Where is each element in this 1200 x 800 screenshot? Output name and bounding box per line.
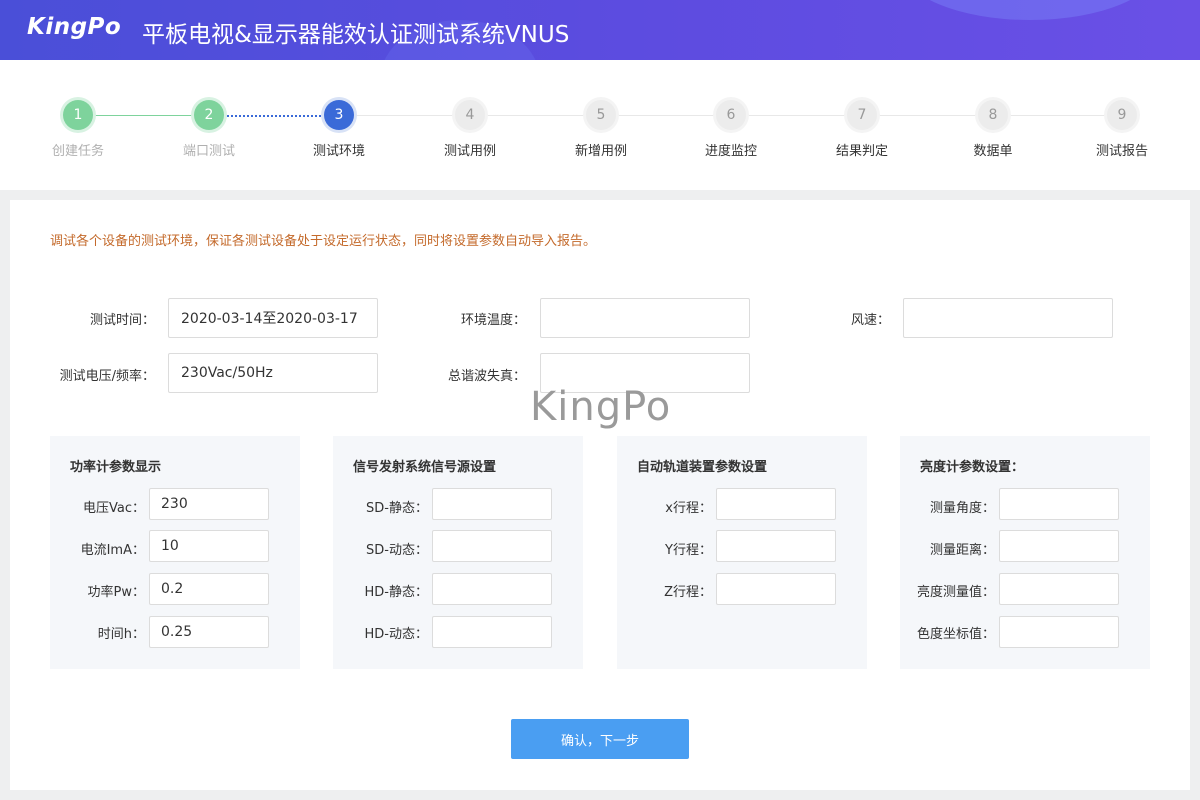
step-number: 3 [324, 100, 354, 130]
y-travel-input[interactable] [716, 530, 836, 562]
instruction-notice: 调试各个设备的测试环境，保证各测试设备处于设定运行状态，同时将设置参数自动导入报… [50, 234, 597, 249]
app-header: KingPo 平板电视&显示器能效认证测试系统VNUS [0, 0, 1200, 60]
wind-speed-label: 风速： [850, 313, 890, 328]
voltage-frequency-input[interactable] [168, 353, 378, 393]
step-create-task[interactable]: 1 创建任务 [23, 100, 133, 170]
step-number: 9 [1107, 100, 1137, 130]
app-title: 平板电视&显示器能效认证测试系统VNUS [142, 22, 570, 48]
step-label: 新增用例 [574, 144, 627, 159]
step-number: 6 [716, 100, 746, 130]
step-number: 8 [978, 100, 1008, 130]
measure-angle-label: 测量角度： [929, 501, 995, 516]
hd-static-input[interactable] [432, 573, 552, 605]
voltage-input[interactable] [149, 488, 269, 520]
step-label: 进度监控 [704, 144, 757, 159]
hd-dynamic-input[interactable] [432, 616, 552, 648]
step-label: 数据单 [973, 144, 1013, 159]
z-travel-input[interactable] [716, 573, 836, 605]
sd-static-label: SD-静态： [366, 501, 428, 516]
voltage-frequency-label: 测试电压/频率： [59, 369, 155, 384]
thd-label: 总谐波失真： [447, 369, 526, 384]
current-input[interactable] [149, 530, 269, 562]
step-label: 测试报告 [1095, 144, 1148, 159]
step-port-test[interactable]: 2 端口测试 [154, 100, 264, 170]
panel-title: 信号发射系统信号源设置 [353, 460, 497, 475]
z-travel-label: Z行程： [664, 585, 712, 600]
current-label: 电流ImA： [80, 543, 145, 558]
chromaticity-input[interactable] [999, 616, 1119, 648]
step-test-report[interactable]: 9 测试报告 [1067, 100, 1177, 170]
measure-angle-input[interactable] [999, 488, 1119, 520]
step-test-cases[interactable]: 4 测试用例 [415, 100, 525, 170]
auto-track-panel: 自动轨道装置参数设置 x行程： Y行程： Z行程： [617, 436, 867, 669]
measure-distance-input[interactable] [999, 530, 1119, 562]
sd-dynamic-label: SD-动态： [366, 543, 428, 558]
signal-source-panel: 信号发射系统信号源设置 SD-静态： SD-动态： HD-静态： HD-动态： [333, 436, 583, 669]
power-input[interactable] [149, 573, 269, 605]
x-travel-label: x行程： [665, 501, 712, 516]
step-label: 端口测试 [182, 144, 235, 159]
environment-form-card: 调试各个设备的测试环境，保证各测试设备处于设定运行状态，同时将设置参数自动导入报… [10, 200, 1190, 790]
step-result-judgement[interactable]: 7 结果判定 [807, 100, 917, 170]
header-decoration [900, 0, 1160, 20]
env-temp-label: 环境温度： [460, 313, 526, 328]
step-label: 测试环境 [312, 144, 365, 159]
time-label: 时间h： [97, 627, 145, 642]
voltage-label: 电压Vac： [83, 501, 145, 516]
time-input[interactable] [149, 616, 269, 648]
step-number: 2 [194, 100, 224, 130]
confirm-next-button[interactable]: 确认，下一步 [511, 719, 689, 759]
panel-title: 自动轨道装置参数设置 [637, 460, 768, 475]
power-label: 功率Pw： [87, 585, 145, 600]
test-time-label: 测试时间： [89, 313, 155, 328]
step-test-environment[interactable]: 3 测试环境 [284, 100, 394, 170]
progress-stepper: 1 创建任务 2 端口测试 3 测试环境 4 测试用例 5 新增用例 6 进度监… [0, 60, 1200, 190]
panel-title: 功率计参数显示 [70, 460, 162, 475]
sd-static-input[interactable] [432, 488, 552, 520]
sd-dynamic-input[interactable] [432, 530, 552, 562]
step-progress-monitor[interactable]: 6 进度监控 [676, 100, 786, 170]
y-travel-label: Y行程： [665, 543, 712, 558]
luminance-meter-panel: 亮度计参数设置： 测量角度： 测量距离： 亮度测量值： 色度坐标值： [900, 436, 1150, 669]
wind-speed-input[interactable] [903, 298, 1113, 338]
panel-title: 亮度计参数设置： [920, 460, 1025, 475]
step-label: 创建任务 [51, 144, 104, 159]
luminance-value-input[interactable] [999, 573, 1119, 605]
power-meter-panel: 功率计参数显示 电压Vac： 电流ImA： 功率Pw： 时间h： [50, 436, 300, 669]
x-travel-input[interactable] [716, 488, 836, 520]
hd-dynamic-label: HD-动态： [364, 627, 428, 642]
hd-static-label: HD-静态： [364, 585, 428, 600]
watermark: KingPo [530, 384, 672, 430]
env-temp-input[interactable] [540, 298, 750, 338]
step-number: 5 [586, 100, 616, 130]
step-number: 4 [455, 100, 485, 130]
brand-logo: KingPo [27, 14, 122, 40]
step-number: 1 [63, 100, 93, 130]
chromaticity-label: 色度坐标值： [916, 627, 995, 642]
step-data-sheet[interactable]: 8 数据单 [938, 100, 1048, 170]
measure-distance-label: 测量距离： [929, 543, 995, 558]
test-time-input[interactable] [168, 298, 378, 338]
step-add-cases[interactable]: 5 新增用例 [546, 100, 656, 170]
step-label: 结果判定 [835, 144, 888, 159]
luminance-value-label: 亮度测量值： [916, 585, 995, 600]
step-label: 测试用例 [443, 144, 496, 159]
step-number: 7 [847, 100, 877, 130]
